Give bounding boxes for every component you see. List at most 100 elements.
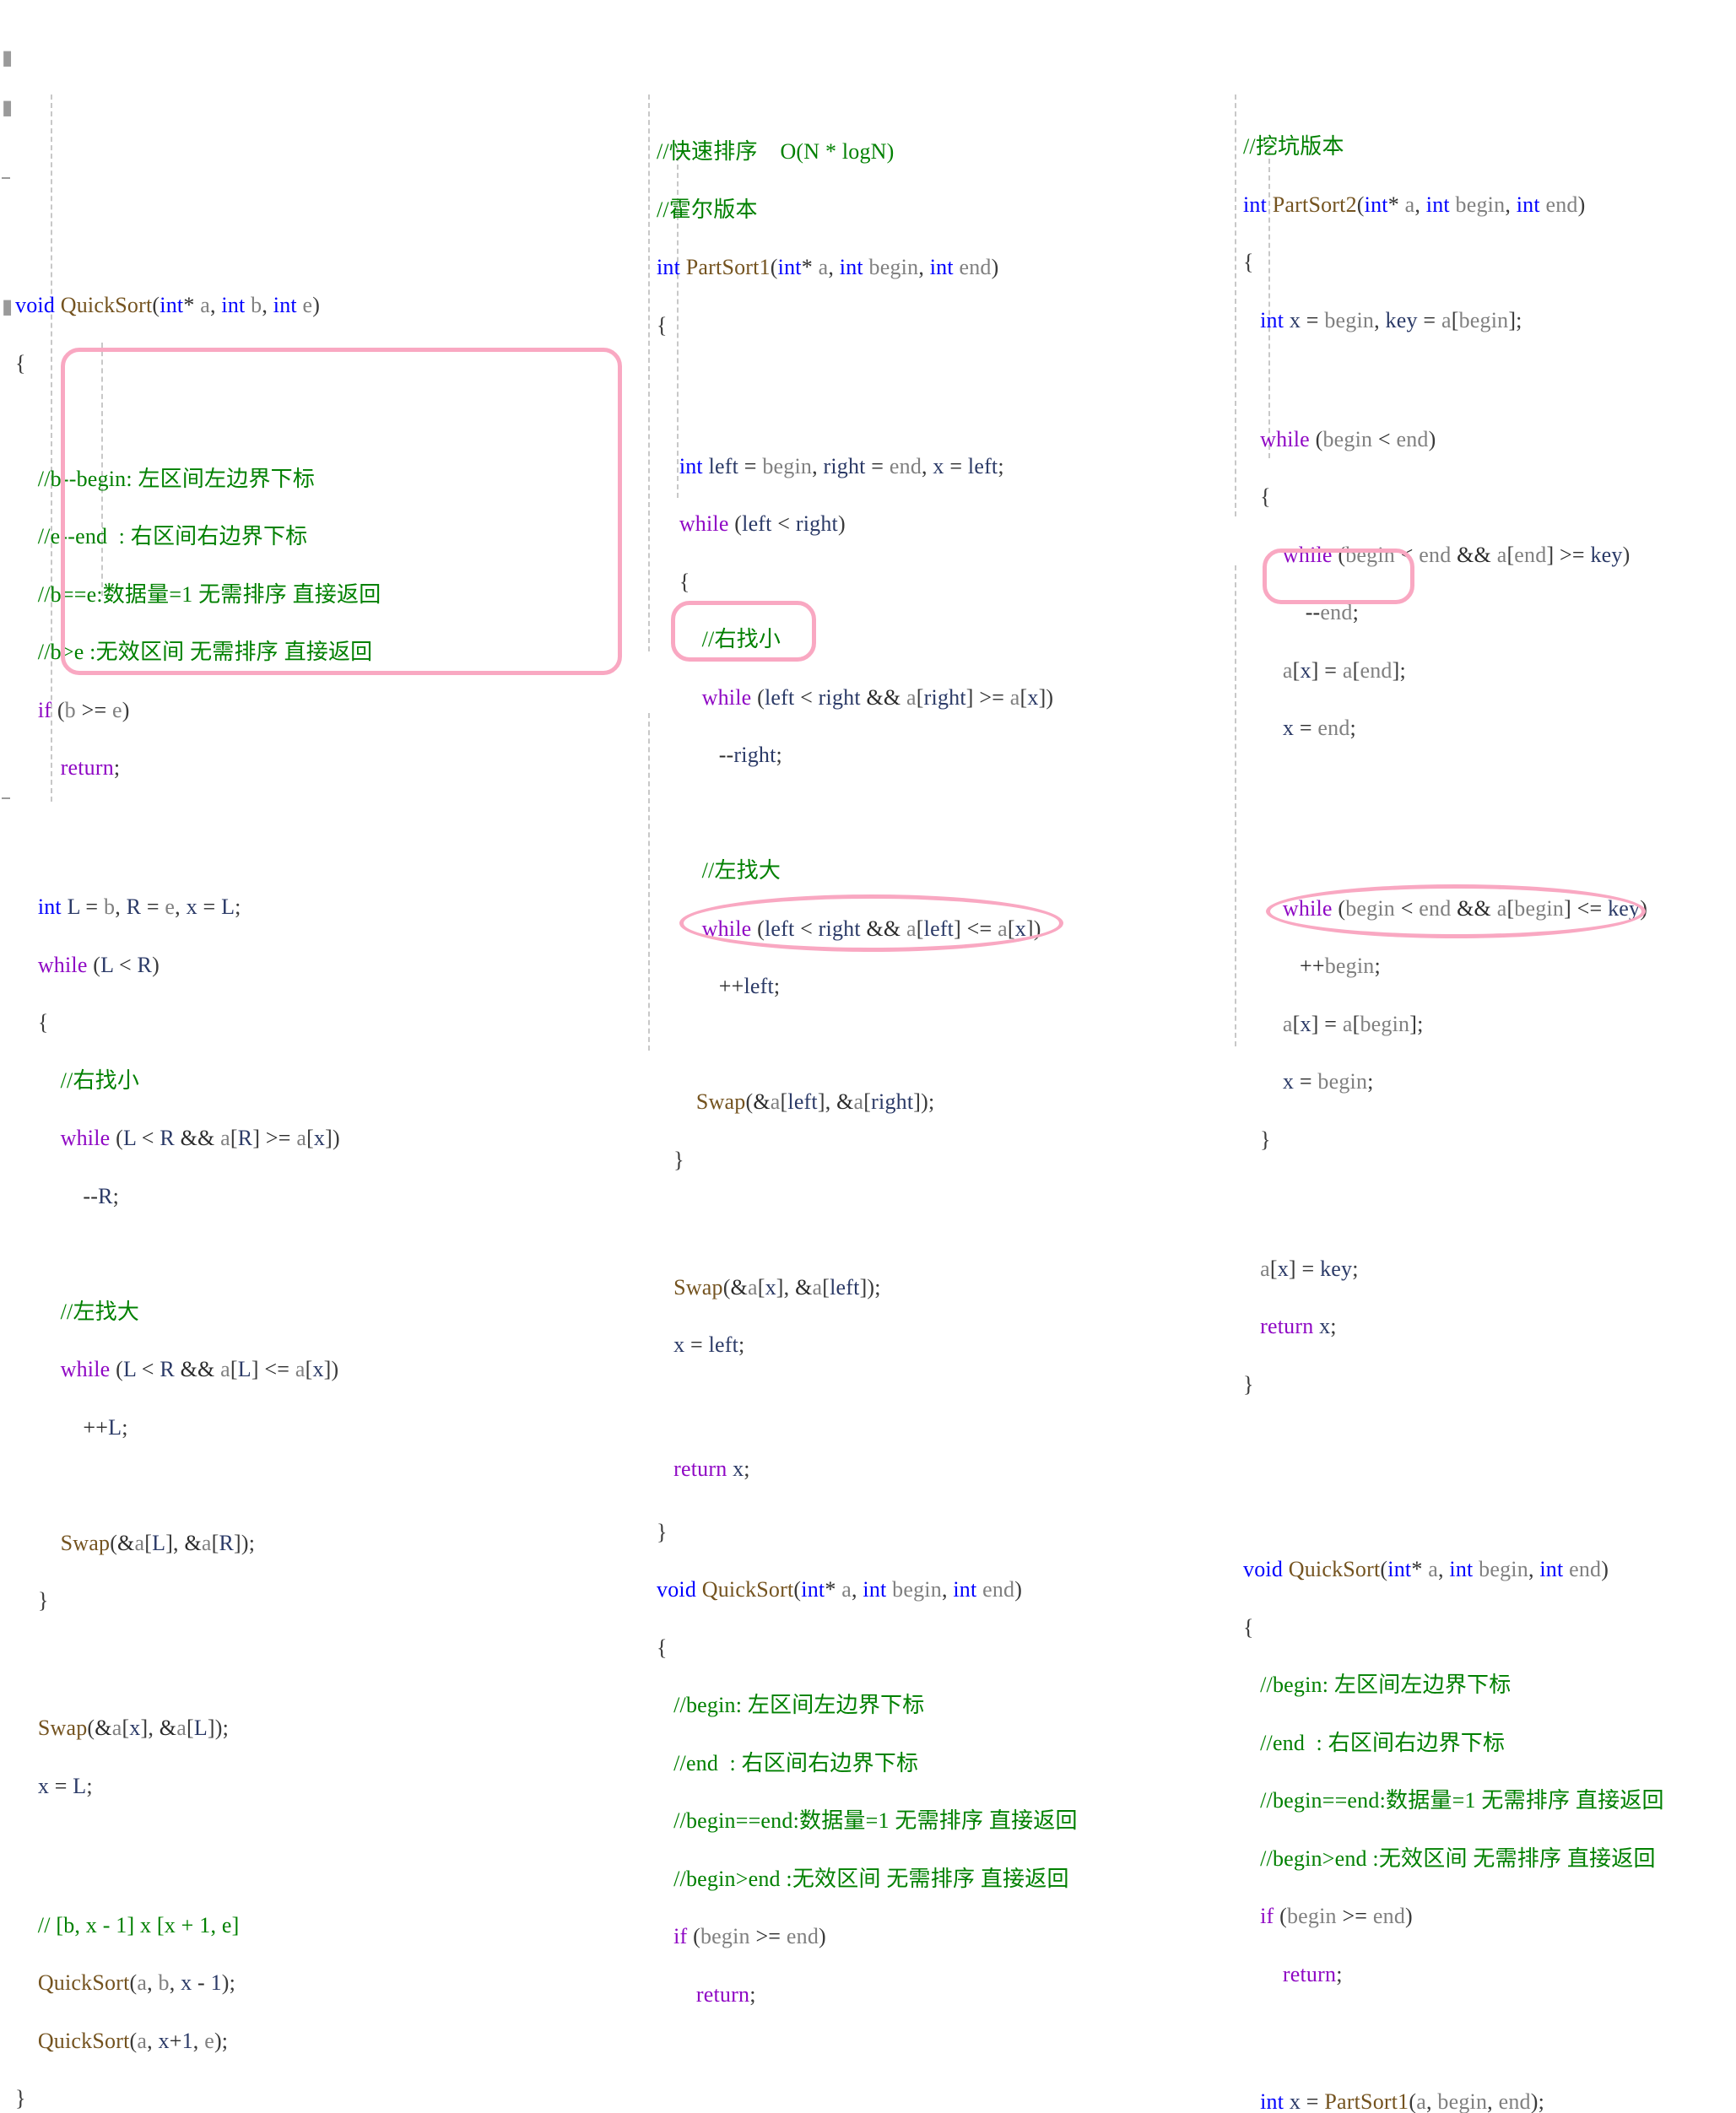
code-line-comment: //挖坑版本 [1228, 133, 1664, 161]
code-line: --right; [641, 742, 1078, 770]
code-line: while (L < R && a[R] >= a[x]) [0, 1125, 381, 1153]
code-line: void QuickSort(int* a, int begin, int en… [641, 1576, 1078, 1604]
code-line: return; [641, 1981, 1078, 2009]
code-line-comment: //begin==end:数据量=1 无需排序 直接返回 [1228, 1787, 1664, 1815]
code-line: Swap(&a[L], &a[R]); [0, 1530, 381, 1558]
code-line: Swap(&a[x], &a[L]); [0, 1715, 381, 1743]
code-line: Swap(&a[left], &a[right]); [641, 1089, 1078, 1116]
code-line-comment: //end : 右区间右边界下标 [641, 1750, 1078, 1778]
code-line: ++begin; [1228, 953, 1664, 981]
code-line: } [0, 2085, 381, 2113]
code-line [0, 408, 381, 435]
code-line: --R; [0, 1183, 381, 1211]
code-line: { [0, 1009, 381, 1037]
code-line-comment: //左找大 [0, 1299, 381, 1327]
code-line: while (begin < end && a[begin] <= key) [1228, 895, 1664, 923]
code-line: return x; [1228, 1313, 1664, 1341]
code-line: } [1228, 1127, 1664, 1154]
code-line [641, 2039, 1078, 2067]
code-line: return; [0, 754, 381, 782]
code-line-comment: //左找大 [641, 857, 1078, 885]
code-line [1228, 1429, 1664, 1456]
code-line: while (L < R) [0, 952, 381, 980]
code-line: if (begin >= end) [641, 1923, 1078, 1951]
code-line-comment: //begin==end:数据量=1 无需排序 直接返回 [641, 1808, 1078, 1835]
code-line [641, 1204, 1078, 1232]
code-line: Swap(&a[x], &a[left]); [641, 1274, 1078, 1302]
code-line: void QuickSort(int* a, int begin, int en… [1228, 1556, 1664, 1584]
code-line [1228, 2018, 1664, 2046]
code-line: a[x] = a[begin]; [1228, 1011, 1664, 1039]
code-line [641, 1031, 1078, 1059]
code-line: int left = begin, right = end, x = left; [641, 453, 1078, 481]
code-line: return; [1228, 1961, 1664, 1989]
code-line: { [1228, 249, 1664, 277]
code-line: { [1228, 484, 1664, 511]
code-line-comment: //e--end : 右区间右边界下标 [0, 523, 381, 551]
code-line: --end; [1228, 599, 1664, 627]
gutter-dash-marker [2, 177, 10, 179]
code-line: { [0, 350, 381, 378]
code-line [1228, 830, 1664, 858]
code-line-comment: //begin>end :无效区间 无需排序 直接返回 [641, 1866, 1078, 1894]
code-line: int L = b, R = e, x = L; [0, 894, 381, 921]
code-line: int x = PartSort1(a, begin, end); [641, 2110, 1078, 2113]
code-line: ++left; [641, 973, 1078, 1001]
code-line: { [641, 1635, 1078, 1662]
code-line: a[x] = a[end]; [1228, 657, 1664, 685]
code-line: x = L; [0, 1773, 381, 1801]
code-line: int PartSort2(int* a, int begin, int end… [1228, 192, 1664, 219]
code-line: return x; [641, 1456, 1078, 1483]
code-line: while (L < R && a[L] <= a[x]) [0, 1356, 381, 1384]
code-line: void QuickSort(int* a, int b, int e) [0, 292, 381, 320]
code-line [0, 1472, 381, 1500]
code-line: QuickSort(a, x+1, e); [0, 2028, 381, 2056]
code-line [1228, 1487, 1664, 1515]
code-line: int PartSort1(int* a, int begin, int end… [641, 254, 1078, 282]
code-column-quicksort-inline: ▮ ▮ ▮ void QuickSort(int* a, int b, int … [0, 0, 381, 2113]
code-line [641, 370, 1078, 397]
code-line-comment: //b==e:数据量=1 无需排序 直接返回 [0, 581, 381, 609]
code-line: { [641, 312, 1078, 340]
gutter-collapse-marker[interactable]: ▮ [2, 98, 9, 118]
code-line-comment: //end : 右区间右边界下标 [1228, 1730, 1664, 1758]
code-line: x = begin; [1228, 1068, 1664, 1096]
code-line [641, 800, 1078, 828]
code-line: { [641, 569, 1078, 597]
code-line [0, 813, 381, 840]
code-line: } [641, 1147, 1078, 1175]
code-line-comment: //begin>end :无效区间 无需排序 直接返回 [1228, 1845, 1664, 1873]
code-line [641, 1390, 1078, 1418]
code-line: while (left < right && a[left] <= a[x]) [641, 916, 1078, 943]
code-line-comment: //begin: 左区间左边界下标 [641, 1692, 1078, 1720]
code-line [0, 1830, 381, 1858]
code-line: ++L; [0, 1414, 381, 1442]
code-line: if (begin >= end) [1228, 1903, 1664, 1931]
gutter-collapse-marker[interactable]: ▮ [2, 48, 9, 68]
code-column-partsort1-hoare: //快速排序 O(N * logN) //霍尔版本 int PartSort1(… [641, 0, 1078, 2113]
code-line-comment: // [b, x - 1] x [x + 1, e] [0, 1912, 381, 1940]
code-line: { [1228, 1614, 1664, 1642]
code-line: while (left < right) [641, 511, 1078, 538]
code-line-comment: //b>e :无效区间 无需排序 直接返回 [0, 639, 381, 667]
code-line [0, 1240, 381, 1268]
code-line [1228, 365, 1664, 392]
code-line: x = end; [1228, 715, 1664, 743]
code-line: if (b >= e) [0, 697, 381, 725]
code-line: } [0, 1587, 381, 1615]
code-line: x = left; [641, 1332, 1078, 1359]
code-line: } [641, 1519, 1078, 1547]
code-line-comment: //快速排序 O(N * logN) [641, 138, 1078, 166]
code-line: int x = begin, key = a[begin]; [1228, 307, 1664, 335]
code-line: while (begin < end) [1228, 426, 1664, 454]
code-line-comment: //右找小 [0, 1067, 381, 1095]
code-line: while (left < right && a[right] >= a[x]) [641, 684, 1078, 712]
code-line-comment: //右找小 [641, 626, 1078, 654]
code-line-comment: //b--begin: 左区间左边界下标 [0, 466, 381, 494]
code-line [1228, 773, 1664, 801]
code-screenshot-page: ▮ ▮ ▮ void QuickSort(int* a, int b, int … [0, 0, 1736, 1056]
code-line: } [1228, 1371, 1664, 1399]
code-column-partsort2-pit: //挖坑版本 int PartSort2(int* a, int begin, … [1228, 0, 1664, 2113]
code-line: int x = PartSort1(a, begin, end); [1228, 2089, 1664, 2113]
code-line-comment: //霍尔版本 [641, 197, 1078, 224]
